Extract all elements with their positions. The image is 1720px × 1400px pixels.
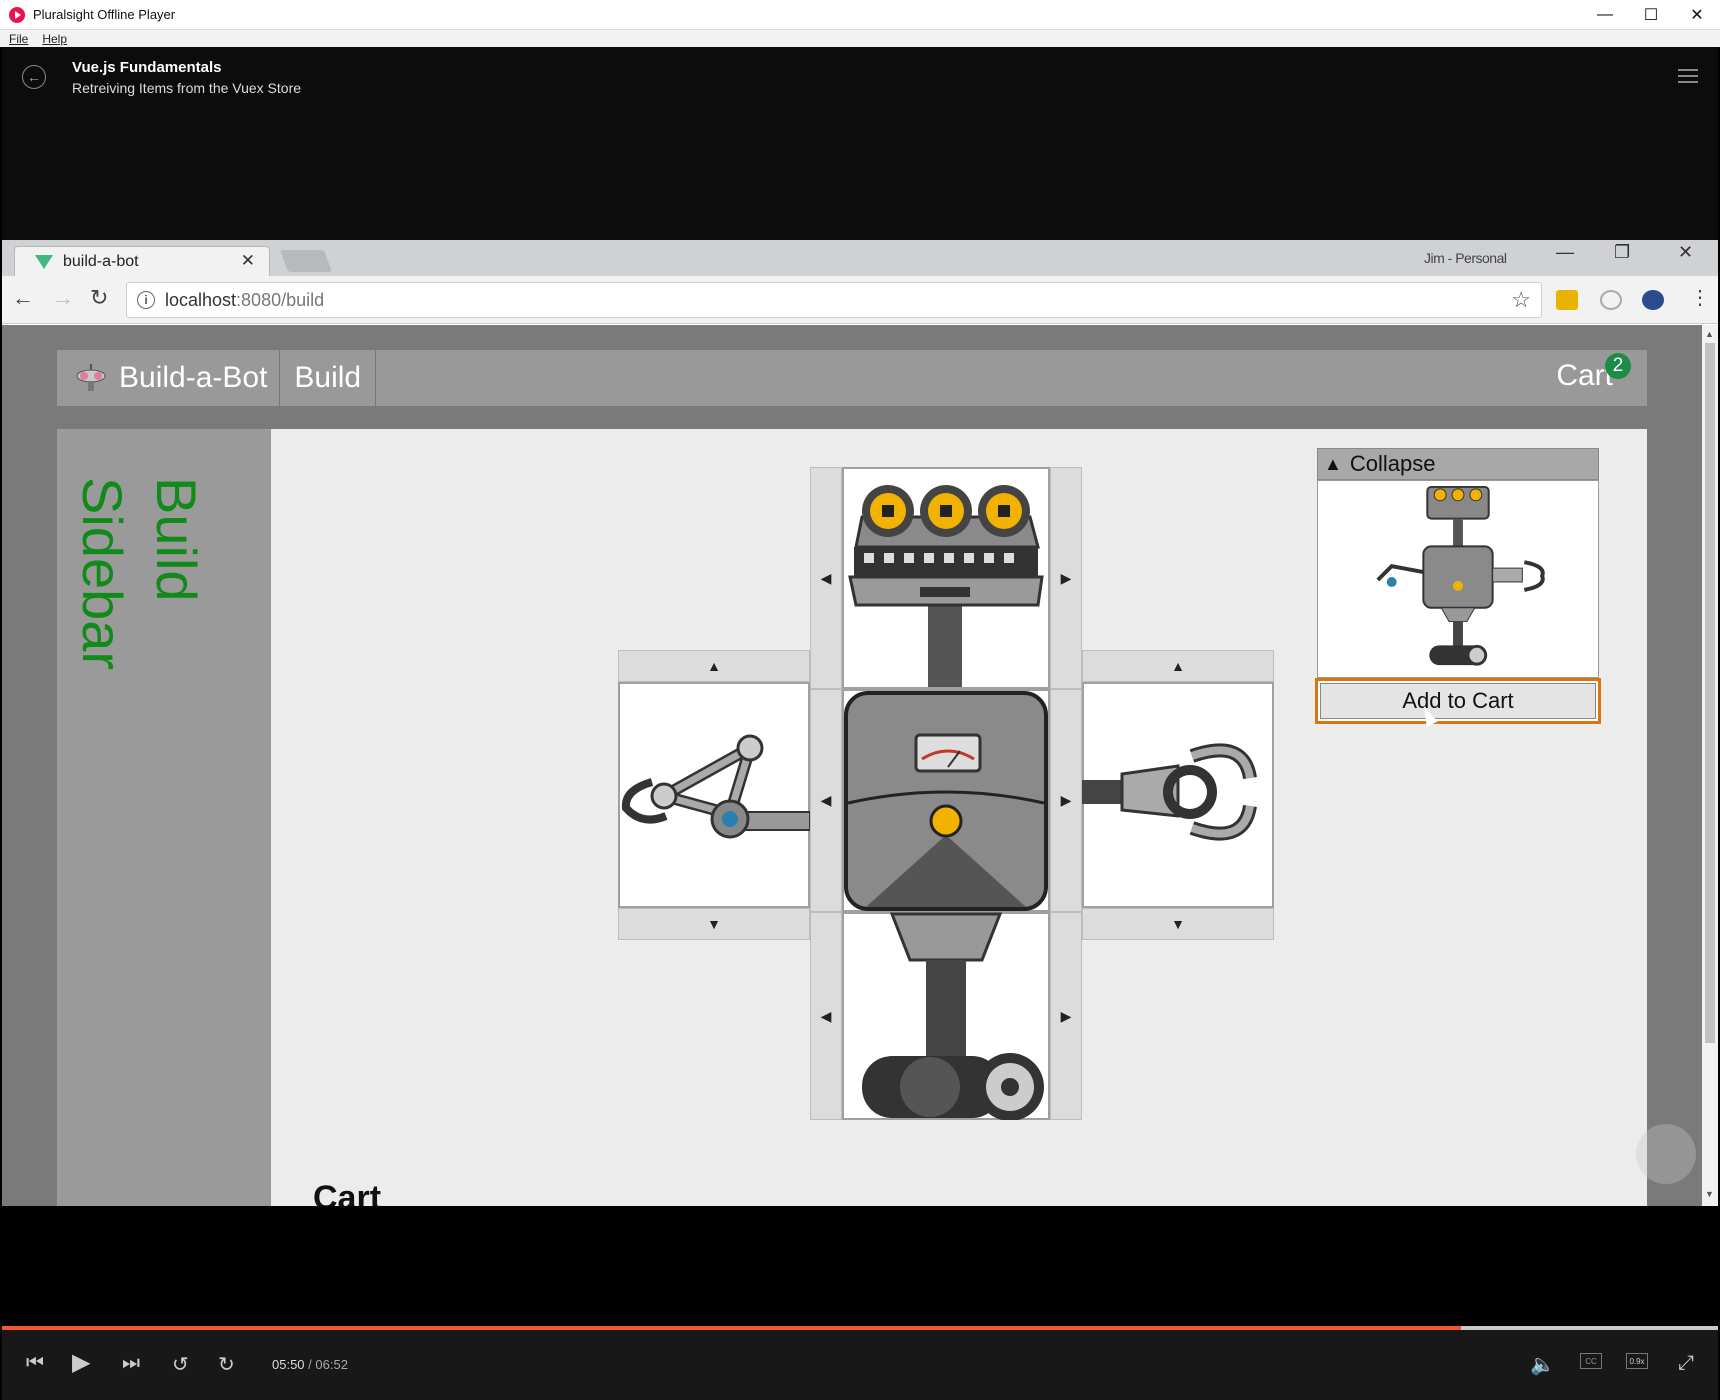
- browser-close-icon[interactable]: ✕: [1678, 242, 1693, 263]
- page-scrollbar[interactable]: ▲ ▼: [1702, 325, 1718, 1206]
- sidebar-title-line2: Sidebar: [71, 477, 134, 671]
- build-content: ◀ ▶ ▲ ▼ ◀ ▶ ▲ ▼ ◀ ▶ ▲ Collapse Add to Ca…: [271, 429, 1647, 1206]
- tab-strip: build-a-bot ✕ Jim - Personal — ❐ ✕: [2, 240, 1718, 276]
- cart-heading: Cart: [313, 1179, 382, 1206]
- time-display: 05:50 / 06:52: [272, 1357, 348, 1372]
- browser-minimize-icon[interactable]: —: [1556, 242, 1574, 263]
- new-tab-button[interactable]: [279, 250, 333, 272]
- menu-bar: File Help: [0, 30, 1720, 47]
- home-link[interactable]: Build-a-Bot: [57, 350, 281, 406]
- more-menu-icon[interactable]: ⋮: [1690, 285, 1710, 310]
- profile-label[interactable]: Jim - Personal: [1424, 250, 1507, 266]
- head-next-button[interactable]: ▶: [1050, 467, 1082, 689]
- build-sidebar: Build Sidebar: [57, 429, 271, 1206]
- sidebar-title-line1: Build: [145, 477, 208, 602]
- scroll-down-icon[interactable]: ▼: [1705, 1189, 1714, 1199]
- robot-preview-image: [1376, 485, 1545, 666]
- torso-prev-button[interactable]: ◀: [810, 689, 842, 912]
- playback-speed-button[interactable]: 0.9x: [1626, 1353, 1648, 1369]
- right-arm-next-button[interactable]: ▼: [1082, 908, 1274, 940]
- right-arm-part: [1082, 682, 1274, 908]
- address-bar[interactable]: i localhost:8080/build ☆: [126, 282, 1542, 318]
- info-icon[interactable]: i: [137, 291, 155, 309]
- left-arm-part: [618, 682, 810, 908]
- duration: 06:52: [315, 1357, 348, 1372]
- left-arm-next-button[interactable]: ▼: [618, 908, 810, 940]
- forward-10-icon[interactable]: ↻: [218, 1352, 235, 1377]
- menu-file[interactable]: File: [9, 32, 28, 46]
- back-icon[interactable]: ←: [12, 285, 34, 311]
- robot-preview: ▲ Collapse Add to Cart: [1315, 448, 1601, 724]
- minimize-button[interactable]: —: [1582, 0, 1628, 30]
- base-prev-button[interactable]: ◀: [810, 912, 842, 1120]
- head-part: [842, 467, 1050, 689]
- window-titlebar: Pluralsight Offline Player — ☐ ✕: [0, 0, 1720, 30]
- player-controls: ⏮ ▶ ⏭ ↺ ↻ 05:50 / 06:52 🔈 CC 0.9x ⤢: [2, 1330, 1718, 1400]
- forward-icon[interactable]: →: [52, 285, 74, 311]
- collapse-toggle[interactable]: ▲ Collapse: [1317, 448, 1599, 480]
- hamburger-menu-icon[interactable]: [1678, 69, 1698, 83]
- head-prev-button[interactable]: ◀: [810, 467, 842, 689]
- brand-name: Build-a-Bot: [119, 361, 268, 394]
- next-clip-overlay-icon[interactable]: [1636, 1124, 1696, 1184]
- closed-captions-button[interactable]: CC: [1580, 1353, 1602, 1369]
- close-button[interactable]: ✕: [1674, 0, 1720, 30]
- player-header: ← Vue.js Fundamentals Retreiving Items f…: [2, 47, 1718, 240]
- app-header: Build-a-Bot Build Cart 2: [57, 350, 1647, 406]
- browser-restore-icon[interactable]: ❐: [1614, 242, 1630, 263]
- left-arm-prev-button[interactable]: ▲: [618, 650, 810, 682]
- robot-logo-icon: [76, 364, 106, 391]
- scroll-up-icon[interactable]: ▲: [1705, 329, 1714, 339]
- menu-help[interactable]: Help: [42, 32, 67, 46]
- back-arrow-icon[interactable]: ←: [22, 65, 46, 89]
- window-title: Pluralsight Offline Player: [33, 7, 176, 22]
- current-time: 05:50: [272, 1357, 305, 1372]
- eye-extension-icon[interactable]: [1642, 290, 1664, 310]
- play-icon[interactable]: ▶: [72, 1348, 90, 1377]
- torso-part: [842, 689, 1050, 912]
- pluralsight-logo-icon: [9, 6, 25, 23]
- maximize-button[interactable]: ☐: [1628, 0, 1674, 30]
- robot-base-image: [862, 912, 1044, 1120]
- robot-head-image: [848, 485, 1044, 687]
- left-arm-image: [621, 734, 810, 839]
- tab-close-icon[interactable]: ✕: [241, 251, 255, 271]
- nav-build-link[interactable]: Build: [280, 350, 377, 406]
- right-arm-image: [1082, 743, 1257, 841]
- add-to-cart-button[interactable]: Add to Cart: [1315, 678, 1601, 724]
- extension-icon[interactable]: [1600, 290, 1622, 310]
- bookmark-star-icon[interactable]: ☆: [1511, 287, 1531, 313]
- collapse-label: Collapse: [1349, 451, 1436, 476]
- add-to-cart-label: Add to Cart: [1320, 683, 1596, 719]
- next-clip-icon[interactable]: ⏭: [122, 1352, 140, 1375]
- previous-clip-icon[interactable]: ⏮: [26, 1352, 44, 1375]
- right-arm-prev-button[interactable]: ▲: [1082, 650, 1274, 682]
- vue-logo-icon: [35, 254, 53, 269]
- cart-link[interactable]: Cart 2: [1556, 353, 1631, 393]
- triangle-up-icon: ▲: [1324, 453, 1342, 474]
- preview-image-box: [1317, 480, 1599, 678]
- torso-next-button[interactable]: ▶: [1050, 689, 1082, 912]
- browser-toolbar: ← → ↻ i localhost:8080/build ☆ ⋮: [2, 276, 1718, 324]
- tab-label: build-a-bot: [63, 252, 139, 270]
- robot-torso-image: [844, 691, 1048, 911]
- browser-window: build-a-bot ✕ Jim - Personal — ❐ ✕ ← → ↻…: [2, 240, 1718, 1206]
- rewind-10-icon[interactable]: ↺: [172, 1352, 189, 1377]
- fullscreen-icon[interactable]: ⤢: [1678, 1352, 1694, 1375]
- web-page: Build-a-Bot Build Cart 2 Build Sidebar ◀: [2, 325, 1702, 1206]
- volume-icon[interactable]: 🔈: [1530, 1352, 1555, 1377]
- base-part: [842, 912, 1050, 1120]
- tab-build-a-bot[interactable]: build-a-bot ✕: [14, 246, 270, 276]
- base-next-button[interactable]: ▶: [1050, 912, 1082, 1120]
- extension-icon[interactable]: [1556, 290, 1578, 310]
- window-controls: — ☐ ✕: [1582, 0, 1720, 30]
- scroll-thumb[interactable]: [1705, 343, 1715, 1043]
- url-text: localhost:8080/build: [165, 289, 325, 310]
- cart-count-badge: 2: [1605, 353, 1631, 379]
- reload-icon[interactable]: ↻: [90, 285, 108, 311]
- course-title: Vue.js Fundamentals: [72, 59, 222, 76]
- clip-title: Retreiving Items from the Vuex Store: [72, 80, 302, 96]
